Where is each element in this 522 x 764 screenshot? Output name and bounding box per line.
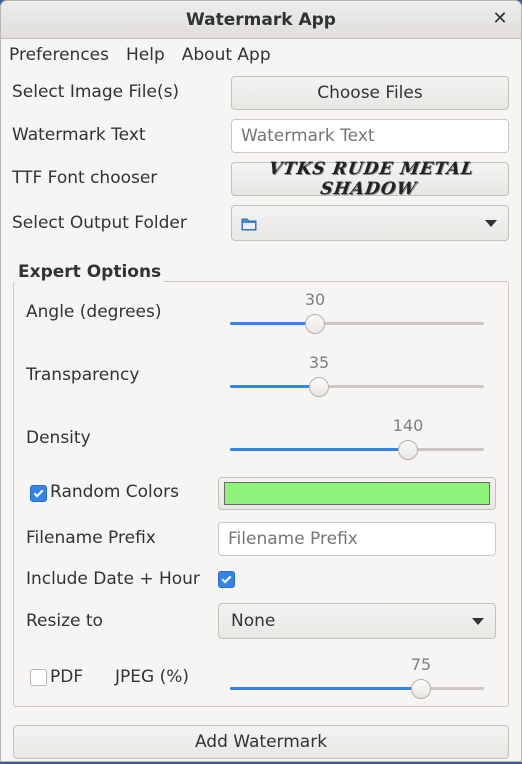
density-fill bbox=[230, 448, 408, 451]
font-chooser-label: TTF Font chooser bbox=[12, 168, 158, 188]
titlebar[interactable]: Watermark App ✕ bbox=[1, 1, 521, 39]
font-chooser-button[interactable]: VTKS RUDE METAL SHADOW bbox=[231, 159, 509, 199]
transparency-value: 35 bbox=[308, 353, 330, 372]
watermark-text-input[interactable] bbox=[231, 119, 509, 153]
angle-slider-handle[interactable] bbox=[305, 314, 325, 334]
color-picker-button[interactable] bbox=[218, 477, 496, 510]
filename-prefix-label: Filename Prefix bbox=[26, 528, 156, 548]
transparency-slider[interactable]: 35 bbox=[230, 353, 484, 397]
check-icon bbox=[33, 487, 44, 497]
pdf-label: PDF bbox=[50, 667, 84, 687]
jpeg-slider-handle[interactable] bbox=[411, 679, 431, 699]
angle-value: 30 bbox=[304, 290, 326, 309]
chevron-down-icon bbox=[472, 618, 484, 625]
density-slider[interactable]: 140 bbox=[230, 416, 484, 460]
jpeg-label: JPEG (%) bbox=[115, 667, 190, 687]
angle-slider[interactable]: 30 bbox=[230, 290, 484, 334]
menu-about[interactable]: About App bbox=[182, 45, 271, 65]
add-watermark-button[interactable]: Add Watermark bbox=[13, 725, 509, 759]
choose-files-button[interactable]: Choose Files bbox=[231, 76, 509, 110]
window-title: Watermark App bbox=[186, 9, 336, 30]
menu-preferences[interactable]: Preferences bbox=[9, 45, 109, 65]
angle-label: Angle (degrees) bbox=[26, 302, 162, 322]
output-folder-combo[interactable] bbox=[231, 205, 509, 241]
color-swatch bbox=[224, 482, 490, 505]
app-window: Watermark App ✕ Preferences Help About A… bbox=[0, 0, 522, 762]
angle-fill bbox=[230, 322, 315, 325]
density-value: 140 bbox=[392, 416, 424, 435]
jpeg-quality-slider[interactable]: 75 bbox=[230, 655, 484, 699]
resize-combo[interactable]: None bbox=[218, 603, 496, 639]
density-slider-handle[interactable] bbox=[398, 440, 418, 460]
menu-help[interactable]: Help bbox=[126, 45, 165, 65]
random-colors-checkbox[interactable] bbox=[30, 485, 47, 502]
filename-prefix-input[interactable] bbox=[218, 522, 496, 556]
expert-options-title: Expert Options bbox=[15, 262, 165, 282]
random-colors-label: Random Colors bbox=[50, 482, 180, 502]
transparency-slider-handle[interactable] bbox=[309, 377, 329, 397]
folder-icon bbox=[241, 216, 257, 231]
transparency-fill bbox=[230, 385, 319, 388]
chevron-down-icon bbox=[485, 220, 497, 227]
include-date-label: Include Date + Hour bbox=[26, 569, 200, 589]
resize-value: None bbox=[231, 611, 276, 631]
pdf-checkbox[interactable] bbox=[30, 669, 47, 686]
font-chooser-value: VTKS RUDE METAL SHADOW bbox=[267, 159, 476, 199]
menubar: Preferences Help About App bbox=[1, 39, 521, 71]
check-icon bbox=[221, 573, 232, 583]
watermark-text-label: Watermark Text bbox=[12, 125, 146, 145]
output-folder-label: Select Output Folder bbox=[12, 213, 187, 233]
density-label: Density bbox=[26, 428, 91, 448]
jpeg-fill bbox=[230, 687, 421, 690]
transparency-label: Transparency bbox=[26, 365, 140, 385]
add-watermark-label: Add Watermark bbox=[194, 732, 328, 752]
resize-label: Resize to bbox=[26, 611, 103, 631]
select-images-label: Select Image File(s) bbox=[12, 82, 180, 102]
jpeg-value: 75 bbox=[410, 655, 432, 674]
choose-files-label: Choose Files bbox=[317, 83, 423, 103]
include-date-checkbox[interactable] bbox=[218, 571, 235, 588]
close-icon[interactable]: ✕ bbox=[491, 10, 509, 28]
